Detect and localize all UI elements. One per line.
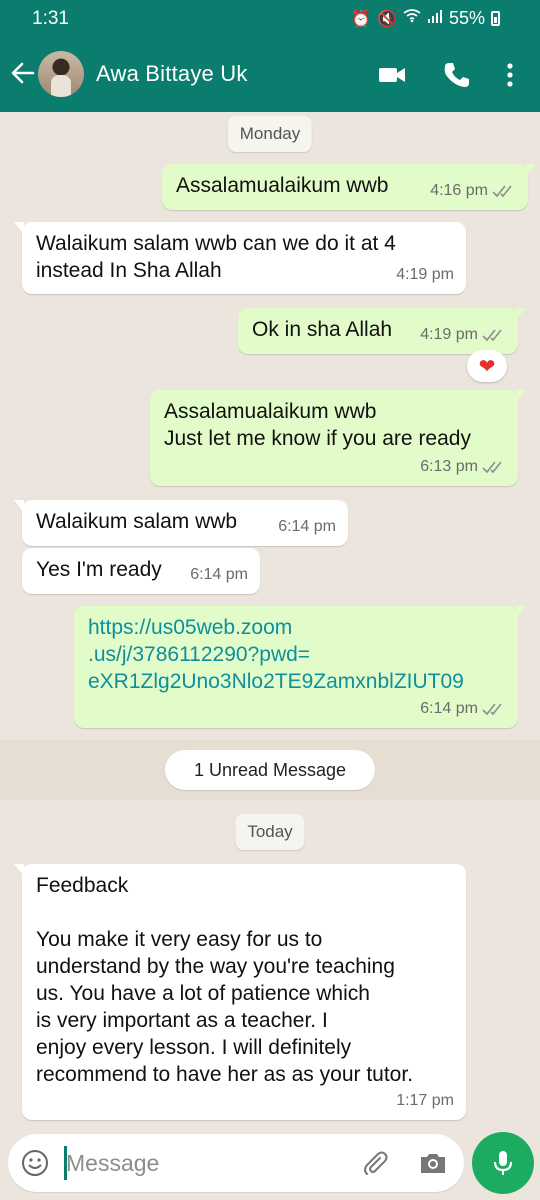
alarm-icon: ⏰ xyxy=(351,10,372,28)
double-check-icon xyxy=(492,185,512,197)
signal-icon xyxy=(427,9,443,28)
message-outgoing[interactable]: Ok in sha Allah 4:19 pm xyxy=(238,308,526,354)
message-composer xyxy=(8,1134,464,1192)
message-link-line[interactable]: eXR1Zlg2Uno3Nlo2TE9ZamxnblZIUT09 xyxy=(88,668,504,695)
message-text: Ok in sha Allah xyxy=(252,318,393,341)
status-icons: ⏰ 🔇 55% xyxy=(351,8,500,29)
message-time: 1:17 pm xyxy=(396,1092,454,1109)
attach-icon[interactable] xyxy=(360,1148,390,1178)
mic-icon xyxy=(493,1151,513,1175)
camera-icon[interactable] xyxy=(418,1148,448,1178)
message-time: 4:19 pm xyxy=(396,266,454,283)
message-text-line: Feedback xyxy=(36,874,129,897)
message-meta: 4:19 pm xyxy=(396,261,454,288)
message-text-line: Just let me know if you are ready xyxy=(164,427,471,450)
message-link-line[interactable]: https://us05web.zoom xyxy=(88,614,504,641)
battery-level: 55% xyxy=(448,8,485,28)
battery-icon xyxy=(491,11,500,26)
message-meta: 4:16 pm xyxy=(430,177,516,204)
date-separator-today: Today xyxy=(235,814,305,850)
message-meta: 1:17 pm xyxy=(396,1087,454,1114)
video-call-icon[interactable] xyxy=(377,60,407,90)
message-meta: 6:13 pm xyxy=(420,453,506,480)
wifi-icon xyxy=(403,9,421,28)
message-time: 4:16 pm xyxy=(430,182,488,199)
message-input[interactable] xyxy=(66,1146,346,1180)
message-text-line: Assalamualaikum wwb xyxy=(164,400,377,423)
message-text-line: instead In Sha Allah xyxy=(36,259,222,282)
double-check-icon xyxy=(482,329,502,341)
message-time: 6:14 pm xyxy=(420,700,478,717)
date-separator-monday: Monday xyxy=(227,116,313,152)
message-time: 6:13 pm xyxy=(420,458,478,475)
message-time: 6:14 pm xyxy=(278,518,336,535)
message-text-line: us. You have a lot of patience which xyxy=(36,982,370,1005)
message-text-line: is very important as a teacher. I xyxy=(36,1009,328,1032)
message-text-line: understand by the way you're teaching xyxy=(36,955,395,978)
message-incoming[interactable]: Walaikum salam wwb 6:14 pm xyxy=(14,500,348,546)
message-text-line: Walaikum salam wwb can we do it at 4 xyxy=(36,232,396,255)
chat-header: Awa Bittaye Uk xyxy=(0,38,540,112)
double-check-icon xyxy=(482,703,502,715)
unread-label: 1 Unread Message xyxy=(165,750,375,790)
message-time: 4:19 pm xyxy=(420,326,478,343)
phone-icon[interactable] xyxy=(441,60,471,90)
message-outgoing[interactable]: https://us05web.zoom .us/j/3786112290?pw… xyxy=(74,606,526,728)
double-check-icon xyxy=(482,461,502,473)
status-bar: 1:31 ⏰ 🔇 55% xyxy=(0,0,540,38)
message-outgoing[interactable]: Assalamualaikum wwb 4:16 pm xyxy=(162,164,536,210)
message-meta: 6:14 pm xyxy=(420,695,506,722)
message-text-line: enjoy every lesson. I will definitely xyxy=(36,1036,352,1059)
message-incoming[interactable]: Yes I'm ready 6:14 pm xyxy=(22,548,260,594)
message-meta: 6:14 pm xyxy=(278,513,336,540)
mute-icon: 🔇 xyxy=(377,10,397,28)
message-incoming[interactable]: Feedback You make it very easy for us to… xyxy=(14,864,466,1120)
message-meta: 4:19 pm xyxy=(420,321,506,348)
message-text-line: recommend to have her as as your tutor. xyxy=(36,1063,414,1086)
chat-area: Monday Assalamualaikum wwb 4:16 pm Walai… xyxy=(0,112,540,1132)
unread-divider: 1 Unread Message xyxy=(0,740,540,800)
mic-button[interactable] xyxy=(472,1132,534,1194)
message-text: Assalamualaikum wwb xyxy=(176,174,389,197)
emoji-icon[interactable] xyxy=(20,1148,50,1178)
message-outgoing[interactable]: Assalamualaikum wwb Just let me know if … xyxy=(150,390,526,486)
message-incoming[interactable]: Walaikum salam wwb can we do it at 4 ins… xyxy=(14,222,466,294)
avatar[interactable] xyxy=(38,51,84,97)
message-link-line[interactable]: .us/j/3786112290?pwd= xyxy=(88,641,504,668)
message-time: 6:14 pm xyxy=(190,566,248,583)
message-text: Walaikum salam wwb xyxy=(36,510,238,533)
message-meta: 6:14 pm xyxy=(190,561,248,588)
heart-icon[interactable]: ❤ xyxy=(467,350,507,382)
back-arrow-icon[interactable] xyxy=(10,58,36,88)
status-time: 1:31 xyxy=(32,8,69,29)
message-text-line: You make it very easy for us to xyxy=(36,928,323,951)
more-vert-icon[interactable] xyxy=(500,60,520,90)
message-text: Yes I'm ready xyxy=(36,558,162,581)
contact-name[interactable]: Awa Bittaye Uk xyxy=(96,61,248,87)
